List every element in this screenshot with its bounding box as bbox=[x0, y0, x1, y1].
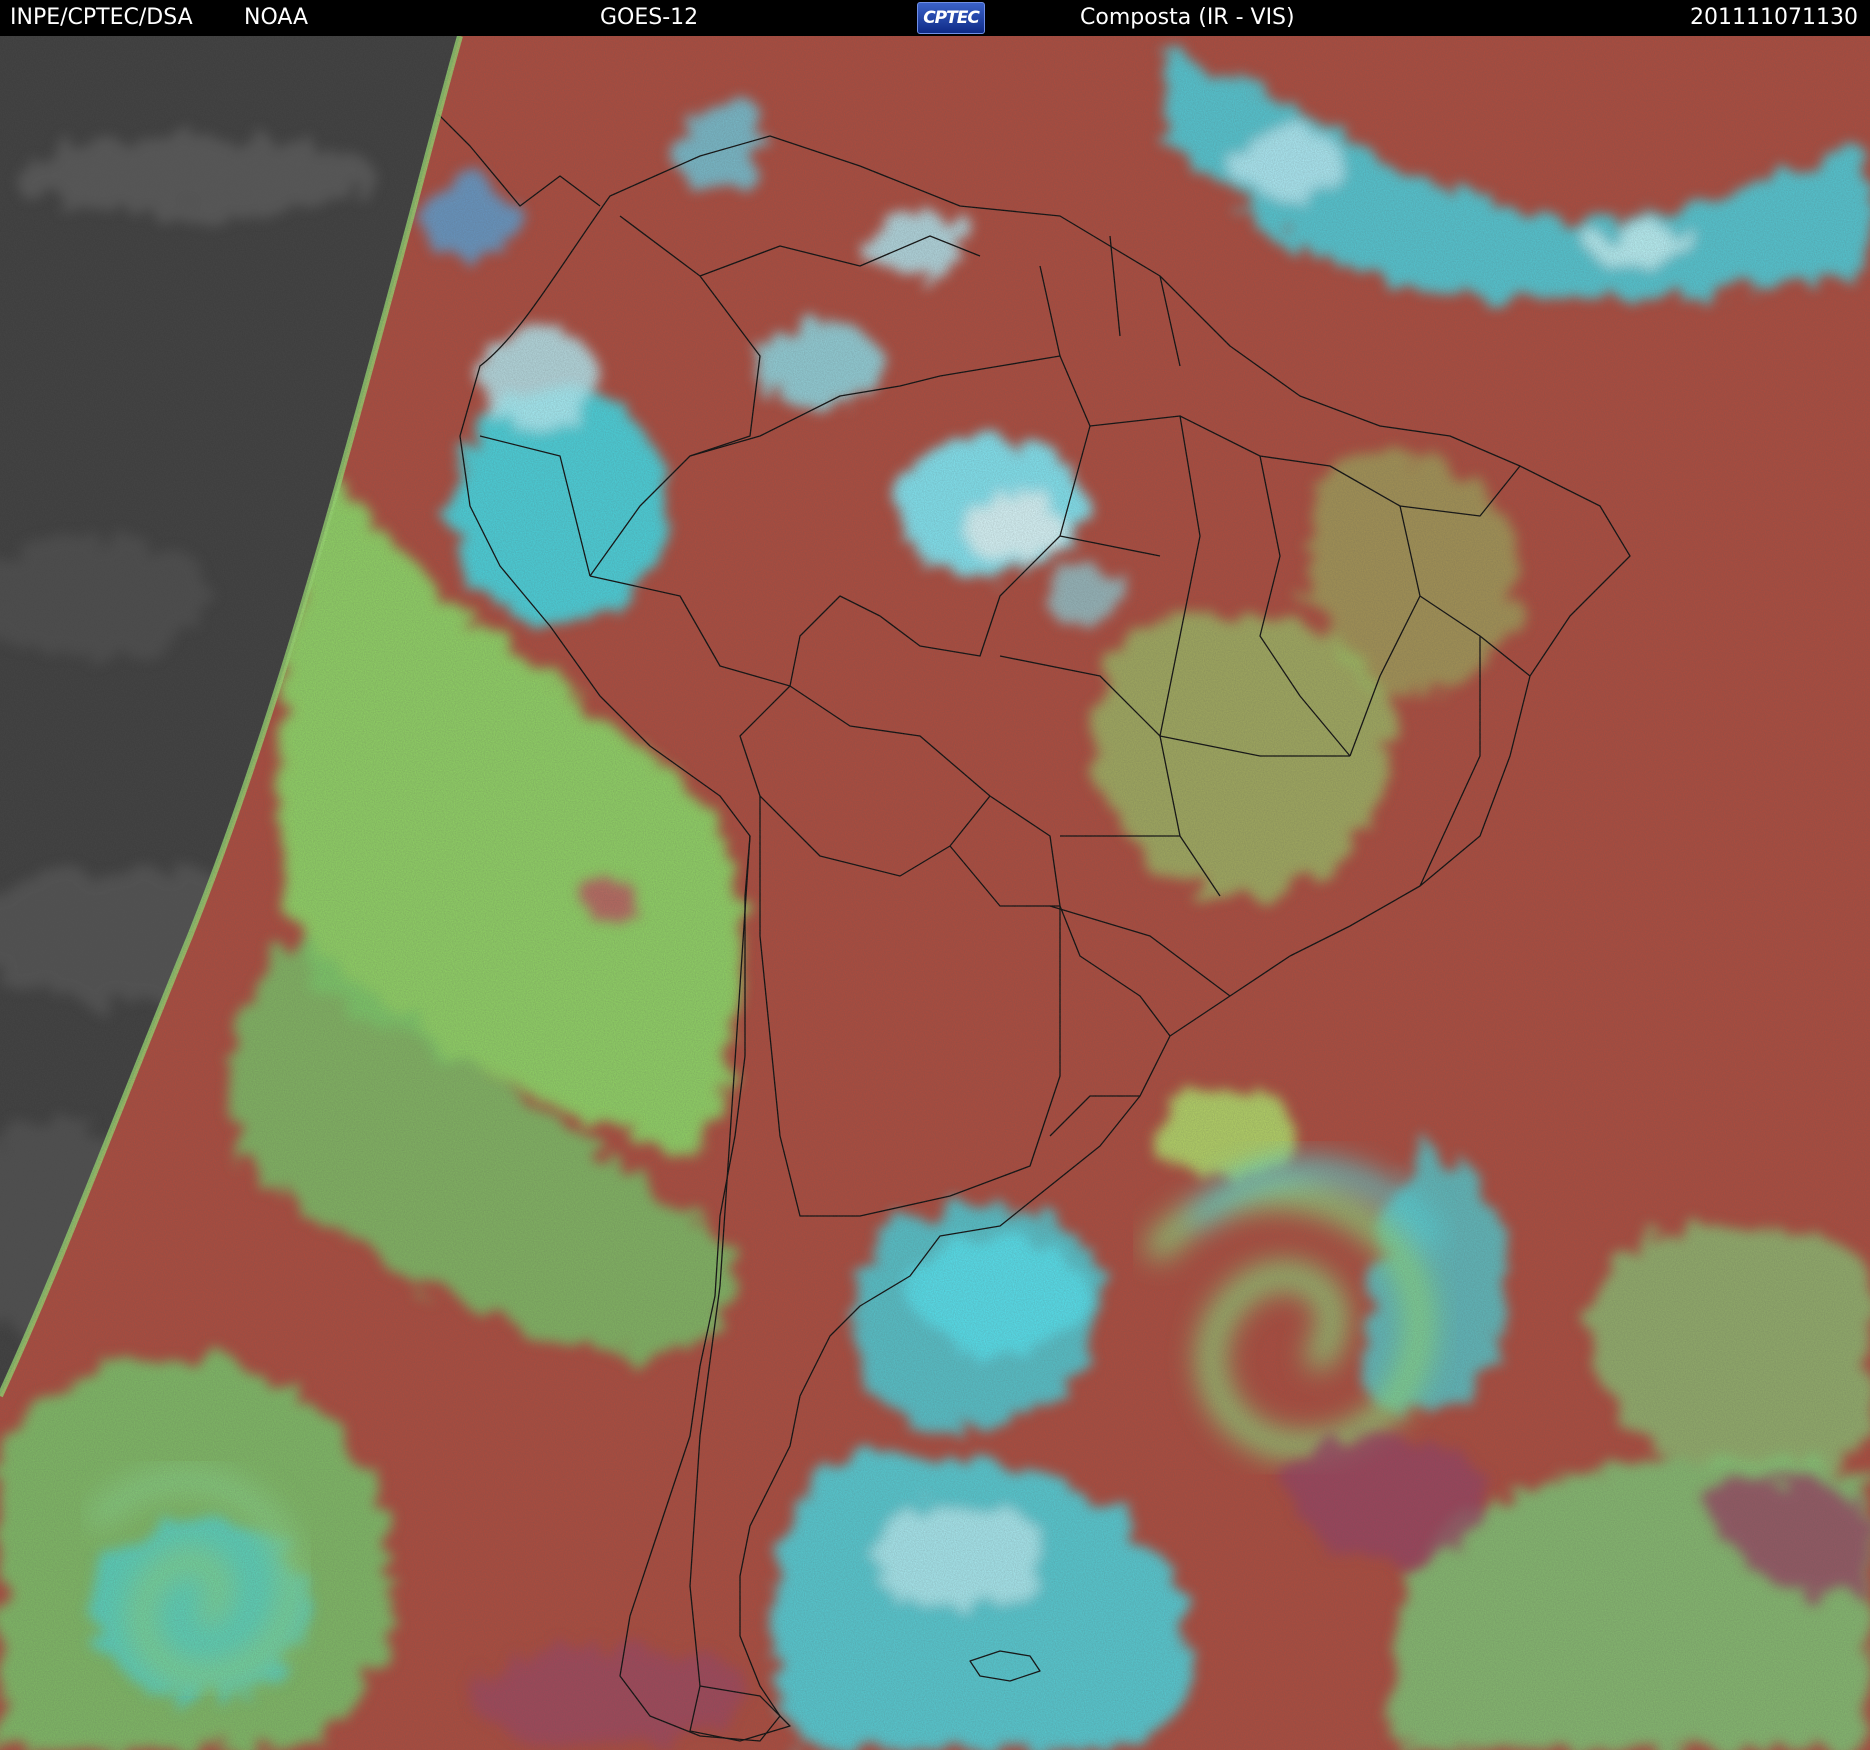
agency-credit: INPE/CPTEC/DSA bbox=[10, 5, 193, 30]
image-grain bbox=[0, 36, 1870, 1750]
composite-imagery bbox=[0, 36, 1870, 1750]
cptec-logo-icon: CPTEC bbox=[917, 2, 985, 34]
image-timestamp: 201111071130 bbox=[1690, 5, 1858, 30]
header-bar: INPE/CPTEC/DSA NOAA GOES-12 CPTEC Compos… bbox=[0, 0, 1870, 36]
satellite-name: GOES-12 bbox=[600, 5, 699, 30]
partner-credit: NOAA bbox=[244, 5, 309, 30]
logo-text: CPTEC bbox=[923, 8, 980, 28]
satellite-map bbox=[0, 36, 1870, 1750]
product-title: Composta (IR - VIS) bbox=[1080, 5, 1295, 30]
satellite-image-viewer: INPE/CPTEC/DSA NOAA GOES-12 CPTEC Compos… bbox=[0, 0, 1870, 1750]
